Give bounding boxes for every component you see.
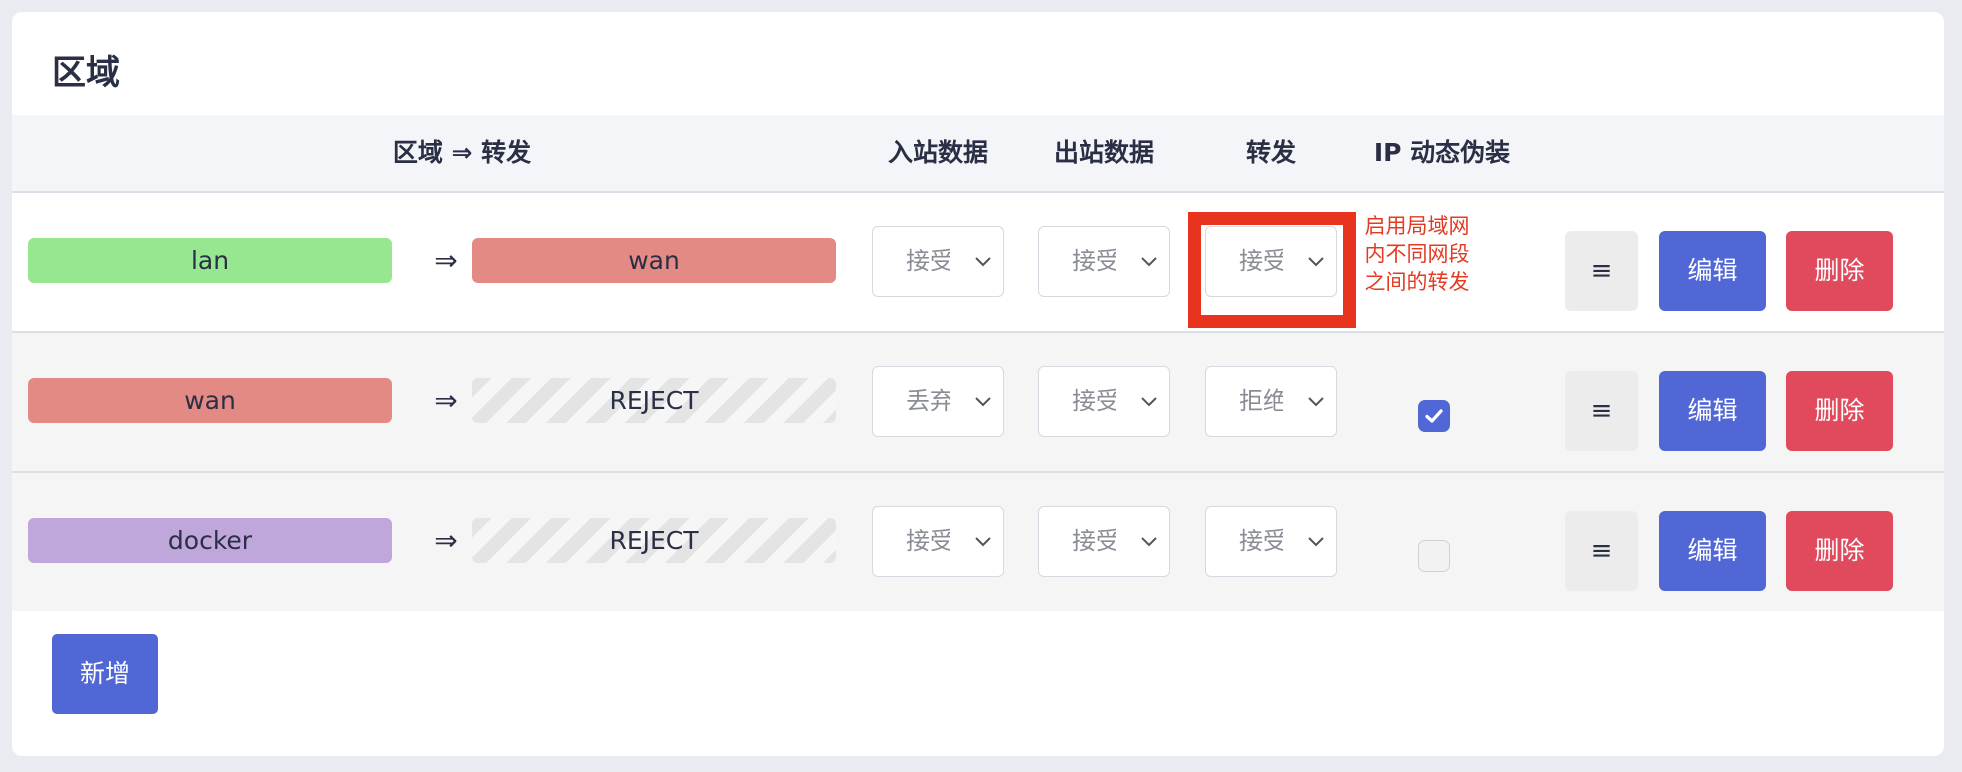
header-masquerading: IP 动态伪装: [1373, 138, 1511, 167]
table-header: 区域 ⇒ 转发 入站数据 出站数据 转发 IP 动态伪装: [12, 115, 1944, 193]
zone-badge: docker: [28, 518, 392, 563]
output-policy-select[interactable]: 接受: [1038, 366, 1170, 437]
edit-button[interactable]: 编辑: [1659, 371, 1766, 451]
zone-badge: wan: [28, 378, 392, 423]
select-value: 接受: [1072, 527, 1116, 555]
select-value: 拒绝: [1239, 387, 1283, 415]
chevron-down-icon: [975, 397, 991, 407]
select-value: 接受: [1072, 387, 1116, 415]
forward-policy-select[interactable]: 接受: [1205, 226, 1337, 297]
output-policy-select[interactable]: 接受: [1038, 506, 1170, 577]
chevron-down-icon: [1141, 537, 1157, 547]
zone-badge: lan: [28, 238, 392, 283]
chevron-down-icon: [1141, 397, 1157, 407]
delete-button[interactable]: 删除: [1786, 511, 1893, 591]
select-value: 接受: [906, 247, 950, 275]
input-policy-select[interactable]: 接受: [872, 226, 1004, 297]
drag-handle-button[interactable]: ≡: [1565, 511, 1638, 591]
header-input: 入站数据: [887, 138, 988, 167]
forward-policy-select[interactable]: 拒绝: [1205, 366, 1337, 437]
forward-target-badge: REJECT: [472, 378, 836, 423]
forward-policy-select[interactable]: 接受: [1205, 506, 1337, 577]
forward-target-badge: wan: [472, 238, 836, 283]
masquerading-checkbox[interactable]: [1418, 400, 1450, 432]
chevron-down-icon: [1141, 257, 1157, 267]
input-policy-select[interactable]: 接受: [872, 506, 1004, 577]
chevron-down-icon: [1308, 257, 1324, 267]
chevron-down-icon: [975, 257, 991, 267]
input-policy-select[interactable]: 丢弃: [872, 366, 1004, 437]
annotation-note: 启用局域网内不同网段之间的转发: [1364, 214, 1470, 294]
masquerading-checkbox[interactable]: [1418, 540, 1450, 572]
select-value: 接受: [1239, 247, 1283, 275]
select-value: 丢弃: [906, 387, 950, 415]
select-value: 接受: [906, 527, 950, 555]
edit-button[interactable]: 编辑: [1659, 511, 1766, 591]
forward-arrow: ⇒: [434, 384, 458, 417]
select-value: 接受: [1239, 527, 1283, 555]
header-forward: 转发: [1245, 138, 1296, 167]
chevron-down-icon: [975, 537, 991, 547]
table-row: wan ⇒ REJECT 丢弃 接受 拒绝 ≡ 编辑 删除: [12, 333, 1944, 473]
drag-handle-button[interactable]: ≡: [1565, 371, 1638, 451]
table-row: lan ⇒ wan 接受 接受 接受 ≡ 编辑 删除: [12, 193, 1944, 333]
delete-button[interactable]: 删除: [1786, 371, 1893, 451]
drag-handle-button[interactable]: ≡: [1565, 231, 1638, 311]
add-zone-button[interactable]: 新增: [52, 634, 158, 714]
checkmark-icon: [1425, 409, 1443, 423]
header-output: 出站数据: [1053, 138, 1154, 167]
edit-button[interactable]: 编辑: [1659, 231, 1766, 311]
zones-card: 区域 区域 ⇒ 转发 入站数据 出站数据 转发 IP 动态伪装 lan ⇒ wa…: [12, 12, 1944, 756]
output-policy-select[interactable]: 接受: [1038, 226, 1170, 297]
forward-target-badge: REJECT: [472, 518, 836, 563]
select-value: 接受: [1072, 247, 1116, 275]
forward-arrow: ⇒: [434, 524, 458, 557]
chevron-down-icon: [1308, 397, 1324, 407]
table-row: docker ⇒ REJECT 接受 接受 接受 ≡ 编辑 删除: [12, 473, 1944, 611]
page-title: 区域: [52, 53, 120, 93]
delete-button[interactable]: 删除: [1786, 231, 1893, 311]
header-zone-forward: 区域 ⇒ 转发: [392, 138, 532, 167]
forward-arrow: ⇒: [434, 244, 458, 277]
chevron-down-icon: [1308, 537, 1324, 547]
